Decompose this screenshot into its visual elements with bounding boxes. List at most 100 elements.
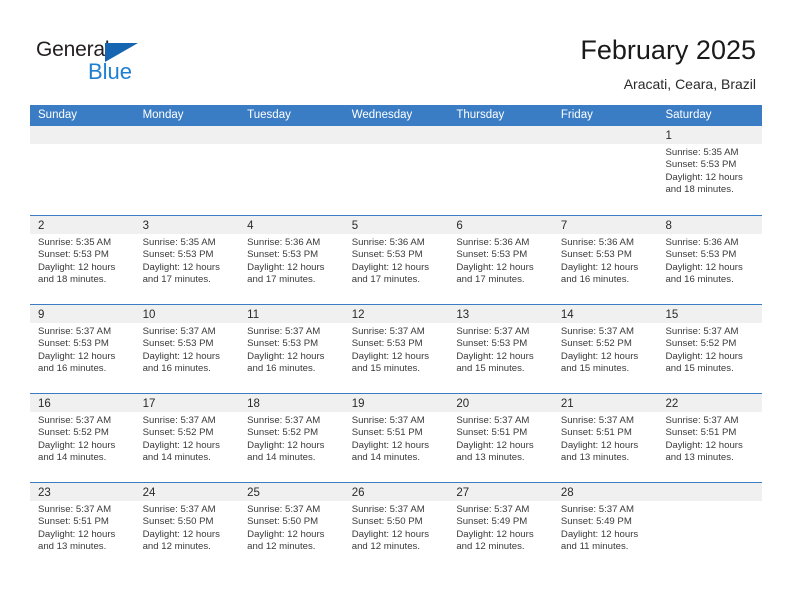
calendar-day-cell[interactable]: 9 Sunrise: 5:37 AM Sunset: 5:53 PM Daylight… xyxy=(30,305,135,393)
calendar-day-cell-empty xyxy=(343,126,449,215)
calendar-week-row: 9 Sunrise: 5:37 AM Sunset: 5:53 PM Daylight… xyxy=(30,304,763,393)
sunrise-text: Sunrise: 5:37 AM xyxy=(351,415,425,426)
calendar-page: General Blue February 2025 Aracati, Cear… xyxy=(0,0,792,612)
sunrise-text: Sunrise: 5:37 AM xyxy=(38,415,112,426)
day-number-strip: 14 xyxy=(552,305,658,323)
calendar-day-cell[interactable]: 10 Sunrise: 5:37 AM Sunset: 5:53 PM Dayligh… xyxy=(134,305,240,393)
daylight-text: Daylight: 12 hours and 13 minutes. xyxy=(560,439,639,464)
daylight-text: Daylight: 12 hours and 13 minutes. xyxy=(38,528,116,553)
day-number-strip: 13 xyxy=(448,305,553,323)
calendar-day-cell[interactable]: 4 Sunrise: 5:36 AM Sunset: 5:53 PM Daylight… xyxy=(239,216,344,304)
general-blue-logo[interactable]: General Blue xyxy=(36,38,176,84)
calendar-day-cell[interactable]: 3 Sunrise: 5:35 AM Sunset: 5:53 PM Daylight… xyxy=(134,216,240,304)
day-sun-info: Sunrise: 5:37 AM Sunset: 5:52 PM Daylight:… xyxy=(553,323,658,376)
calendar-day-cell[interactable]: 23 Sunrise: 5:37 AM Sunset: 5:51 PM Dayligh… xyxy=(30,483,135,571)
sunrise-text: Sunrise: 5:36 AM xyxy=(247,237,321,248)
day-sun-info: Sunrise: 5:37 AM Sunset: 5:53 PM Daylight:… xyxy=(135,323,240,376)
calendar-day-cell[interactable]: 27 Sunrise: 5:37 AM Sunset: 5:49 PM Dayligh… xyxy=(448,483,553,571)
day-sun-info: Sunrise: 5:36 AM Sunset: 5:53 PM Daylight:… xyxy=(657,234,762,287)
day-number-strip: 1 xyxy=(657,126,763,144)
calendar-day-cell[interactable]: 21 Sunrise: 5:37 AM Sunset: 5:51 PM Dayligh… xyxy=(552,394,658,482)
sunset-text: Sunset: 5:53 PM xyxy=(38,249,109,261)
sunset-text: Sunset: 5:50 PM xyxy=(247,516,319,528)
sunrise-text: Sunrise: 5:37 AM xyxy=(142,326,216,337)
daylight-text: Daylight: 12 hours and 14 minutes. xyxy=(247,439,325,464)
sunset-text: Sunset: 5:53 PM xyxy=(456,249,528,261)
sunset-text: Sunset: 5:53 PM xyxy=(247,249,319,261)
day-sun-info: Sunrise: 5:36 AM Sunset: 5:53 PM Daylight:… xyxy=(239,234,344,287)
day-number: 5 xyxy=(351,220,359,232)
calendar-day-cell[interactable]: 28 Sunrise: 5:37 AM Sunset: 5:49 PM Dayligh… xyxy=(552,483,658,571)
day-number-strip: 10 xyxy=(134,305,240,323)
day-number: 20 xyxy=(456,398,470,410)
daylight-text: Daylight: 12 hours and 11 minutes. xyxy=(560,528,639,553)
day-number-strip: 19 xyxy=(343,394,449,412)
sunrise-text: Sunrise: 5:37 AM xyxy=(38,326,112,337)
calendar-day-cell[interactable]: 22 Sunrise: 5:37 AM Sunset: 5:51 PM Dayligh… xyxy=(657,394,763,482)
sunset-text: Sunset: 5:49 PM xyxy=(456,516,528,528)
calendar-day-cell[interactable]: 25 Sunrise: 5:37 AM Sunset: 5:50 PM Dayligh… xyxy=(239,483,344,571)
day-sun-info: Sunrise: 5:37 AM Sunset: 5:51 PM Daylight:… xyxy=(344,412,449,465)
day-number: 9 xyxy=(38,309,45,321)
day-sun-info: Sunrise: 5:35 AM Sunset: 5:53 PM Daylight:… xyxy=(657,144,762,197)
day-sun-info: Sunrise: 5:37 AM Sunset: 5:51 PM Daylight:… xyxy=(448,412,553,465)
calendar-day-cell[interactable]: 5 Sunrise: 5:36 AM Sunset: 5:53 PM Daylight… xyxy=(343,216,449,304)
weekday-header-friday: Friday xyxy=(560,109,593,121)
daylight-text: Daylight: 12 hours and 15 minutes. xyxy=(665,350,743,375)
calendar-day-cell[interactable]: 13 Sunrise: 5:37 AM Sunset: 5:53 PM Dayligh… xyxy=(448,305,553,393)
calendar-day-cell[interactable]: 24 Sunrise: 5:37 AM Sunset: 5:50 PM Dayligh… xyxy=(134,483,240,571)
logo-text-blue: Blue xyxy=(88,59,133,84)
sunset-text: Sunset: 5:51 PM xyxy=(560,427,632,439)
day-number-strip: 11 xyxy=(239,305,344,323)
sunset-text: Sunset: 5:52 PM xyxy=(38,427,109,439)
calendar-day-cell[interactable]: 6 Sunrise: 5:36 AM Sunset: 5:53 PM Daylight… xyxy=(448,216,553,304)
calendar-day-cell[interactable]: 26 Sunrise: 5:37 AM Sunset: 5:50 PM Dayligh… xyxy=(343,483,449,571)
calendar-day-cell[interactable]: 8 Sunrise: 5:36 AM Sunset: 5:53 PM Daylight… xyxy=(657,216,763,304)
daylight-text: Daylight: 12 hours and 12 minutes. xyxy=(456,528,534,553)
daylight-text: Daylight: 12 hours and 16 minutes. xyxy=(665,261,743,286)
day-number: 22 xyxy=(665,398,679,410)
calendar-day-cell[interactable]: 19 Sunrise: 5:37 AM Sunset: 5:51 PM Dayligh… xyxy=(343,394,449,482)
sunset-text: Sunset: 5:53 PM xyxy=(142,249,214,261)
day-number-strip: 4 xyxy=(239,216,344,234)
day-sun-info: Sunrise: 5:37 AM Sunset: 5:49 PM Daylight:… xyxy=(448,501,553,554)
day-number-strip: 21 xyxy=(552,394,658,412)
day-number: 21 xyxy=(560,398,574,410)
calendar-day-cell[interactable]: 14 Sunrise: 5:37 AM Sunset: 5:52 PM Dayligh… xyxy=(552,305,658,393)
day-number: 28 xyxy=(560,487,574,499)
day-sun-info: Sunrise: 5:37 AM Sunset: 5:50 PM Daylight:… xyxy=(135,501,240,554)
sunrise-text: Sunrise: 5:36 AM xyxy=(456,237,530,248)
day-number: 15 xyxy=(665,309,679,321)
calendar-day-cell[interactable]: 7 Sunrise: 5:36 AM Sunset: 5:53 PM Daylight… xyxy=(552,216,658,304)
calendar-day-cell[interactable]: 15 Sunrise: 5:37 AM Sunset: 5:52 PM Dayligh… xyxy=(657,305,763,393)
sunrise-text: Sunrise: 5:37 AM xyxy=(351,504,425,515)
daylight-text: Daylight: 12 hours and 13 minutes. xyxy=(456,439,534,464)
day-number-strip: 15 xyxy=(657,305,763,323)
calendar-day-cell[interactable]: 16 Sunrise: 5:37 AM Sunset: 5:52 PM Dayligh… xyxy=(30,394,135,482)
calendar-day-cell[interactable]: 11 Sunrise: 5:37 AM Sunset: 5:53 PM Dayligh… xyxy=(239,305,344,393)
sunrise-text: Sunrise: 5:35 AM xyxy=(142,237,216,248)
calendar-day-cell[interactable]: 2 Sunrise: 5:35 AM Sunset: 5:53 PM Daylight… xyxy=(30,216,135,304)
page-subtitle: Aracati, Ceara, Brazil xyxy=(623,76,756,92)
day-number: 14 xyxy=(560,309,574,321)
calendar-day-cell[interactable]: 12 Sunrise: 5:37 AM Sunset: 5:53 PM Dayligh… xyxy=(343,305,449,393)
sunset-text: Sunset: 5:53 PM xyxy=(351,249,423,261)
day-number-strip xyxy=(134,126,240,144)
daylight-text: Daylight: 12 hours and 15 minutes. xyxy=(560,350,639,375)
calendar-day-cell[interactable]: 1 Sunrise: 5:35 AM Sunset: 5:53 PM Daylight… xyxy=(657,126,763,215)
sunrise-text: Sunrise: 5:37 AM xyxy=(456,415,530,426)
day-number-strip xyxy=(343,126,449,144)
sunrise-text: Sunrise: 5:37 AM xyxy=(665,326,739,337)
calendar-day-cell[interactable]: 20 Sunrise: 5:37 AM Sunset: 5:51 PM Dayligh… xyxy=(448,394,553,482)
weekday-header-wednesday: Wednesday xyxy=(351,109,413,121)
sunset-text: Sunset: 5:50 PM xyxy=(142,516,214,528)
day-sun-info: Sunrise: 5:36 AM Sunset: 5:53 PM Daylight:… xyxy=(553,234,658,287)
calendar-day-cell[interactable]: 17 Sunrise: 5:37 AM Sunset: 5:52 PM Dayligh… xyxy=(134,394,240,482)
sunrise-text: Sunrise: 5:37 AM xyxy=(560,415,634,426)
daylight-text: Daylight: 12 hours and 16 minutes. xyxy=(38,350,116,375)
sunset-text: Sunset: 5:53 PM xyxy=(560,249,632,261)
sunrise-text: Sunrise: 5:37 AM xyxy=(560,326,634,337)
calendar-day-cell[interactable]: 18 Sunrise: 5:37 AM Sunset: 5:52 PM Dayligh… xyxy=(239,394,344,482)
daylight-text: Daylight: 12 hours and 18 minutes. xyxy=(665,171,743,196)
day-sun-info: Sunrise: 5:37 AM Sunset: 5:50 PM Daylight:… xyxy=(344,501,449,554)
